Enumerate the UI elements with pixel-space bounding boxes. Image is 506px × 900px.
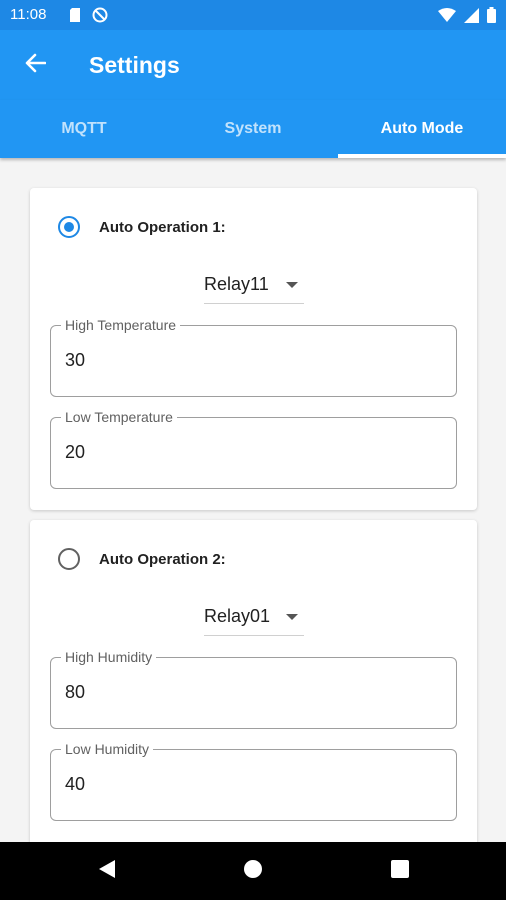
- app-bar: Settings: [0, 30, 506, 100]
- low-humidity-value: 40: [65, 774, 86, 794]
- auto-operation-card-1: Auto Operation 1: Relay11 High Temperatu…: [30, 188, 477, 510]
- relay-dropdown-1-value: Relay11: [204, 274, 269, 294]
- arrow-back-icon: [24, 53, 47, 78]
- back-button[interactable]: [18, 50, 52, 80]
- tab-system[interactable]: System: [169, 100, 337, 158]
- high-temperature-label: High Temperature: [61, 317, 181, 333]
- system-nav-bar: [0, 842, 506, 900]
- nav-recents-button[interactable]: [388, 859, 412, 883]
- low-humidity-field[interactable]: Low Humidity 40: [50, 741, 457, 821]
- settings-content[interactable]: Auto Operation 1: Relay11 High Temperatu…: [0, 158, 506, 842]
- high-humidity-field[interactable]: High Humidity 80: [50, 649, 457, 729]
- auto-operation-1-label: Auto Operation 1:: [99, 219, 226, 236]
- low-temperature-label: Low Temperature: [61, 409, 177, 425]
- relay-dropdown-2[interactable]: Relay01: [204, 600, 304, 636]
- sync-off-icon: [92, 7, 108, 28]
- page-title: Settings: [89, 52, 180, 78]
- relay-dropdown-2-value: Relay01: [204, 606, 271, 626]
- tab-mqtt[interactable]: MQTT: [0, 100, 168, 158]
- high-temperature-value: 30: [65, 350, 86, 370]
- battery-icon: [487, 7, 496, 28]
- high-humidity-value: 80: [65, 682, 86, 702]
- low-temperature-value: 20: [65, 442, 86, 462]
- high-temperature-field[interactable]: High Temperature 30: [50, 317, 457, 397]
- auto-operation-1-radio[interactable]: [58, 216, 80, 238]
- high-humidity-label: High Humidity: [61, 649, 157, 665]
- back-triangle-icon: [98, 859, 116, 884]
- auto-operation-2-radio[interactable]: [58, 548, 80, 570]
- tab-bar: MQTT System Auto Mode: [0, 100, 506, 158]
- signal-icon: [464, 7, 479, 28]
- auto-operation-card-2: Auto Operation 2: Relay01 High Humidity …: [30, 520, 477, 842]
- nav-back-button[interactable]: [95, 859, 119, 884]
- tab-auto-mode[interactable]: Auto Mode: [338, 100, 506, 158]
- nav-home-button[interactable]: [241, 859, 265, 884]
- auto-operation-2-label: Auto Operation 2:: [99, 551, 226, 568]
- status-bar: 11:08: [0, 0, 506, 30]
- status-time: 11:08: [10, 6, 47, 23]
- low-humidity-label: Low Humidity: [61, 741, 154, 757]
- sd-card-icon: [68, 7, 82, 28]
- recents-square-icon: [391, 859, 409, 883]
- low-temperature-field[interactable]: Low Temperature 20: [50, 409, 457, 489]
- dropdown-arrow-icon: [286, 614, 298, 620]
- home-circle-icon: [243, 859, 263, 884]
- relay-dropdown-1[interactable]: Relay11: [204, 268, 304, 304]
- dropdown-arrow-icon: [286, 282, 298, 288]
- wifi-icon: [438, 7, 456, 28]
